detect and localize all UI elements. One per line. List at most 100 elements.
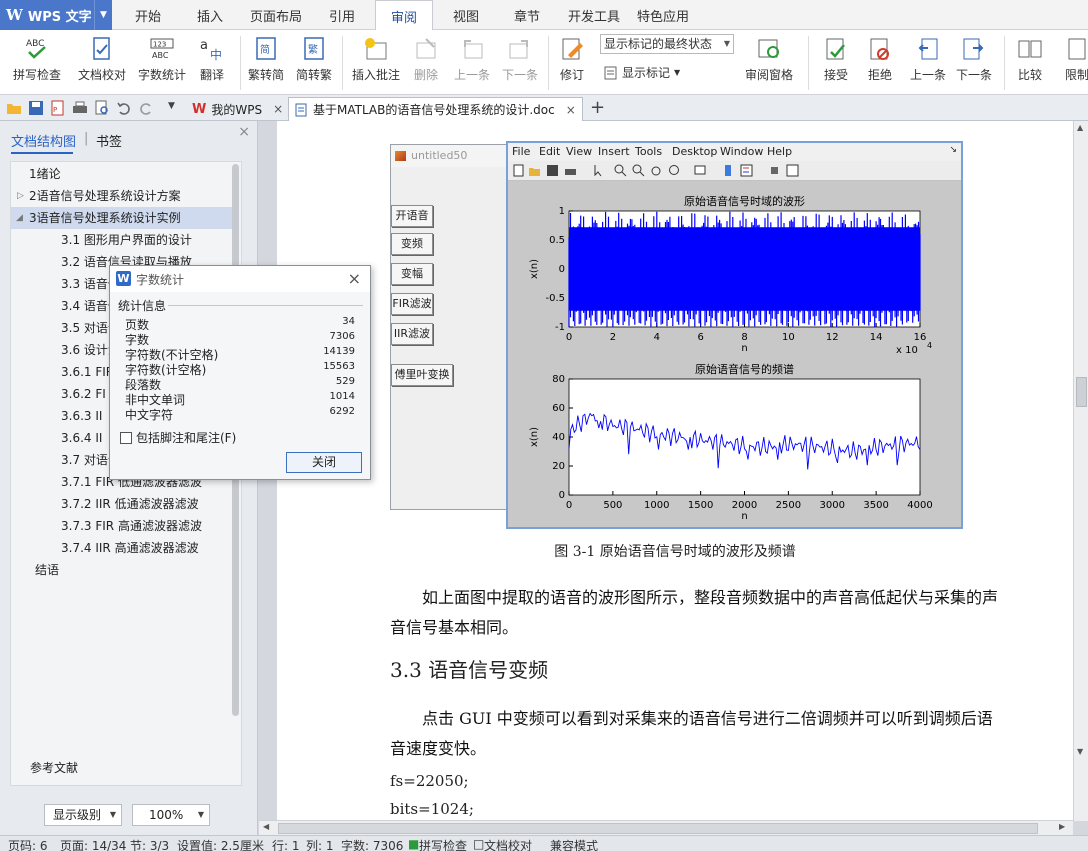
dialog-titlebar[interactable]: W 字数统计 × bbox=[110, 266, 370, 292]
scroll-up-arrow-icon[interactable]: ▲ bbox=[1077, 123, 1083, 132]
scroll-down-arrow-icon[interactable]: ▼ bbox=[1077, 747, 1083, 756]
close-button[interactable]: 关闭 bbox=[286, 452, 362, 473]
outline-item[interactable]: 1绪论 bbox=[29, 163, 241, 185]
outline-item[interactable]: 3.7.2 IIR 低通滤波器滤波 bbox=[61, 493, 241, 515]
scroll-left-arrow-icon[interactable]: ◀ bbox=[263, 822, 269, 831]
app-menu-button[interactable]: W WPS 文字 ▼ bbox=[0, 0, 112, 30]
document-page[interactable]: untitled50 开语音 变频 变幅 FIR滤波 IIR滤波 傅里叶变换 F… bbox=[277, 121, 1073, 821]
review-pane-button[interactable]: 审阅窗格 bbox=[740, 30, 798, 94]
delete-comment-button[interactable]: 删除 bbox=[406, 30, 446, 94]
y-axis-label: x(n) bbox=[529, 427, 540, 447]
x-tick-label: 2000 bbox=[732, 500, 757, 511]
horizontal-scroll-thumb[interactable] bbox=[278, 823, 1038, 834]
prev-comment-button[interactable]: 上一条 bbox=[450, 30, 494, 94]
prev-change-button[interactable]: 上一条 bbox=[906, 30, 950, 94]
chevron-down-icon[interactable]: ▼ bbox=[94, 0, 112, 30]
outline-item[interactable]: 3.7.4 IIR 高通滤波器滤波 bbox=[61, 537, 241, 559]
tab-review[interactable]: 审阅 bbox=[375, 0, 433, 31]
stat-value: 7306 bbox=[329, 331, 355, 342]
status-doc-proof[interactable]: 文档校对 bbox=[484, 837, 532, 851]
doc-proof-button[interactable]: 文档校对 bbox=[74, 30, 130, 94]
collapse-arrow-icon[interactable]: ◢ bbox=[16, 207, 23, 229]
chevron-down-icon: ▼ bbox=[674, 68, 681, 77]
tab-references[interactable]: 引用 bbox=[314, 0, 370, 30]
next-comment-button[interactable]: 下一条 bbox=[498, 30, 542, 94]
prev2-label: 上一条 bbox=[909, 68, 946, 82]
prev-change-icon bbox=[918, 38, 938, 60]
ribbon-divider bbox=[548, 36, 549, 90]
tab-chapter[interactable]: 章节 bbox=[499, 0, 555, 30]
x-tick-label: 4000 bbox=[907, 500, 932, 511]
stat-value: 1014 bbox=[329, 391, 355, 402]
outline-item-selected[interactable]: ◢ 3语音信号处理系统设计实例 bbox=[11, 207, 233, 229]
outline-item[interactable]: 3.7.3 FIR 高通滤波器滤波 bbox=[61, 515, 241, 537]
word-count-icon: 123 ABC bbox=[150, 38, 174, 60]
close-icon[interactable]: × bbox=[348, 269, 361, 288]
reject-button[interactable]: 拒绝 bbox=[860, 30, 900, 94]
outline-item[interactable]: 参考文献 bbox=[30, 757, 241, 779]
accept-button[interactable]: 接受 bbox=[816, 30, 856, 94]
word-count-dialog: W 字数统计 × 统计信息 页数 34 字数 7306 字符数(不计空格) 14139… bbox=[109, 265, 371, 480]
include-footnotes-checkbox[interactable]: 包括脚注和尾注(F) bbox=[120, 429, 236, 446]
stat-row: 非中文单词 1014 bbox=[125, 391, 355, 407]
compare-button[interactable]: 比较 bbox=[1010, 30, 1050, 94]
expand-arrow-icon[interactable]: ▷ bbox=[17, 185, 24, 207]
tab-home[interactable]: 开始 bbox=[120, 0, 176, 30]
tab-outline[interactable]: 文档结构图 bbox=[11, 131, 76, 150]
show-marks-button[interactable]: 显示标记 ▼ bbox=[604, 64, 680, 81]
ribbon-divider bbox=[1004, 36, 1005, 90]
vertical-scrollbar[interactable]: ▲ ▼ bbox=[1073, 121, 1088, 821]
close-icon[interactable]: × bbox=[273, 102, 283, 116]
vertical-scroll-thumb[interactable] bbox=[1076, 377, 1087, 407]
outline-item-label: 3语音信号处理系统设计实例 bbox=[29, 211, 181, 225]
scroll-right-arrow-icon[interactable]: ▶ bbox=[1059, 822, 1065, 831]
spell-check-button[interactable]: ABC 拼写检查 bbox=[6, 30, 68, 94]
tab-special[interactable]: 特色应用 bbox=[632, 0, 694, 30]
horizontal-scrollbar[interactable]: ◀ ▶ bbox=[259, 820, 1073, 835]
restrict-button[interactable]: 限制 bbox=[1062, 30, 1088, 94]
display-level-select[interactable]: 显示级别 ▼ bbox=[44, 804, 122, 826]
translate-button[interactable]: a中 翻译 bbox=[192, 30, 232, 94]
checkbox-box[interactable] bbox=[120, 431, 132, 444]
zoom-select[interactable]: 100% ▼ bbox=[132, 804, 210, 826]
tab-bookmark[interactable]: 书签 bbox=[96, 131, 122, 150]
revise-button[interactable]: 修订 bbox=[552, 30, 592, 94]
tab-developer[interactable]: 开发工具 bbox=[563, 0, 625, 30]
undo-icon[interactable] bbox=[116, 100, 132, 116]
export-pdf-icon[interactable]: P bbox=[50, 100, 66, 116]
new-tab-plus-icon[interactable]: + bbox=[590, 97, 605, 118]
status-spell-check[interactable]: 拼写检查 bbox=[419, 837, 467, 851]
close-icon[interactable]: × bbox=[566, 103, 576, 117]
close-icon[interactable]: × bbox=[238, 124, 250, 140]
to-simplified-button[interactable]: 简 繁转简 bbox=[244, 30, 288, 94]
save-icon[interactable] bbox=[28, 100, 44, 116]
tab-page-layout[interactable]: 页面布局 bbox=[244, 0, 308, 30]
x-tick-label: 0 bbox=[566, 500, 572, 511]
markup-mode-select[interactable]: 显示标记的最终状态 ▼ bbox=[600, 34, 734, 54]
outline-item[interactable]: 3.1 图形用户界面的设计 bbox=[61, 229, 241, 251]
stat-value: 15563 bbox=[323, 361, 355, 372]
insert-comment-button[interactable]: 插入批注 bbox=[348, 30, 404, 94]
doc-tab-active[interactable]: 基于MATLAB的语音信号处理系统的设计.doc × bbox=[288, 97, 583, 121]
next-label: 下一条 bbox=[501, 68, 538, 82]
chevron-down-icon[interactable]: ▼ bbox=[168, 101, 175, 111]
doc-tab-home[interactable]: W 我的WPS × bbox=[186, 97, 289, 121]
next-change-button[interactable]: 下一条 bbox=[952, 30, 996, 94]
y-tick-label: -1 bbox=[555, 322, 565, 333]
matlab-logo-icon bbox=[395, 151, 406, 161]
y-axis-label: x(n) bbox=[529, 259, 540, 279]
svg-text:ABC: ABC bbox=[152, 51, 169, 60]
tab-view[interactable]: 视图 bbox=[438, 0, 494, 30]
redo-icon[interactable] bbox=[138, 100, 154, 116]
print-icon[interactable] bbox=[72, 100, 88, 116]
outline-item[interactable]: 结语 bbox=[35, 559, 241, 581]
outline-item[interactable]: ▷ 2语音信号处理系统设计方案 bbox=[11, 185, 233, 207]
x-tick-label: 3500 bbox=[863, 500, 888, 511]
restrict-icon bbox=[1068, 38, 1086, 60]
word-count-button[interactable]: 123 ABC 字数统计 bbox=[134, 30, 190, 94]
to-traditional-button[interactable]: 繁 简转繁 bbox=[292, 30, 336, 94]
open-folder-icon[interactable] bbox=[6, 100, 22, 116]
tab-insert[interactable]: 插入 bbox=[182, 0, 238, 30]
status-word-count[interactable]: 字数: 7306 bbox=[341, 837, 403, 851]
print-preview-icon[interactable] bbox=[94, 100, 110, 116]
